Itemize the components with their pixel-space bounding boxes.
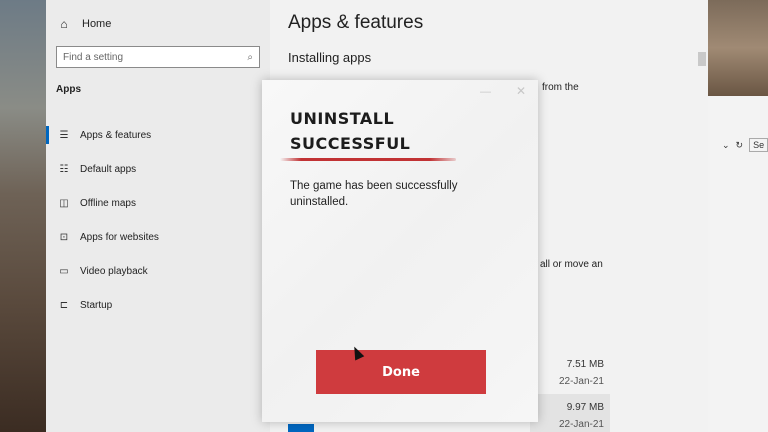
search-icon: ⌕ — [247, 51, 253, 63]
dialog-title-line2: SUCCESSFUL — [290, 134, 411, 153]
dialog-message: The game has been successfully uninstall… — [290, 180, 458, 208]
nav-home[interactable]: ⌂ Home — [56, 14, 111, 34]
list-icon: ☰ — [59, 129, 69, 141]
app-size: 9.97 MB — [566, 402, 604, 413]
app-date: 22-Jan-21 — [558, 376, 604, 387]
search-placeholder: Find a setting — [63, 51, 124, 63]
dialog-title-line1: UNINSTALL — [290, 109, 395, 128]
chevron-down-icon[interactable]: ⌄ — [722, 140, 730, 151]
sidebar-item-video-playback[interactable]: ▭ Video playback — [46, 254, 270, 288]
app-list-item[interactable]: 9.97 MB 22-Jan-21 — [540, 402, 604, 430]
app-list-item[interactable]: 7.51 MB 22-Jan-21 — [540, 359, 604, 387]
sidebar-section-title: Apps — [56, 84, 81, 95]
scrollbar-thumb[interactable] — [698, 52, 706, 66]
search-input[interactable]: Find a setting ⌕ — [56, 46, 260, 68]
background-toolbar: ⌄ ↻ Se — [722, 136, 768, 154]
link-box-icon: ⊡ — [59, 231, 69, 243]
sidebar-item-default-apps[interactable]: ☷ Default apps — [46, 152, 270, 186]
sidebar-item-label: Apps for websites — [80, 231, 159, 243]
page-title: Apps & features — [288, 12, 424, 33]
section-heading: Installing apps — [288, 50, 372, 65]
startup-icon: ⊏ — [59, 299, 69, 311]
refresh-icon[interactable]: ↻ — [736, 140, 744, 151]
desktop-wallpaper-right — [708, 0, 768, 96]
search-input[interactable]: Se — [749, 138, 768, 152]
close-icon[interactable]: ✕ — [516, 84, 526, 98]
home-icon: ⌂ — [60, 17, 68, 31]
sidebar-item-apps-features[interactable]: ☰ Apps & features — [46, 118, 270, 152]
sidebar-item-label: Startup — [80, 299, 113, 311]
uninstall-dialog: — ✕ UNINSTALL SUCCESSFUL The game has be… — [262, 80, 538, 422]
nav-home-label: Home — [82, 18, 112, 30]
title-underline — [280, 158, 456, 161]
app-date: 22-Jan-21 — [558, 419, 604, 430]
done-button[interactable]: Done — [316, 350, 486, 394]
background-window: ⌄ ↻ Se — [708, 96, 768, 432]
sidebar-item-label: Offline maps — [80, 197, 136, 209]
minimize-icon[interactable]: — — [480, 86, 491, 98]
map-icon: ◫ — [59, 197, 69, 209]
app-size: 7.51 MB — [566, 359, 604, 370]
sidebar-item-label: Video playback — [80, 265, 148, 277]
sidebar-item-apps-for-websites[interactable]: ⊡ Apps for websites — [46, 220, 270, 254]
sidebar-nav: ☰ Apps & features ☷ Default apps ◫ Offli… — [46, 118, 270, 322]
text-fragment: all or move an — [540, 259, 603, 270]
sidebar-item-offline-maps[interactable]: ◫ Offline maps — [46, 186, 270, 220]
app-icon — [288, 424, 314, 432]
default-apps-icon: ☷ — [59, 163, 69, 175]
dialog-title: UNINSTALL SUCCESSFUL — [290, 106, 490, 156]
sidebar-item-startup[interactable]: ⊏ Startup — [46, 288, 270, 322]
sidebar-item-label: Apps & features — [80, 129, 152, 141]
text-fragment: from the — [542, 82, 579, 93]
sidebar-item-label: Default apps — [80, 163, 137, 175]
video-icon: ▭ — [59, 265, 69, 277]
settings-sidebar: ⌂ Home Find a setting ⌕ Apps ☰ Apps & fe… — [46, 0, 270, 432]
desktop-wallpaper-left — [0, 0, 46, 432]
